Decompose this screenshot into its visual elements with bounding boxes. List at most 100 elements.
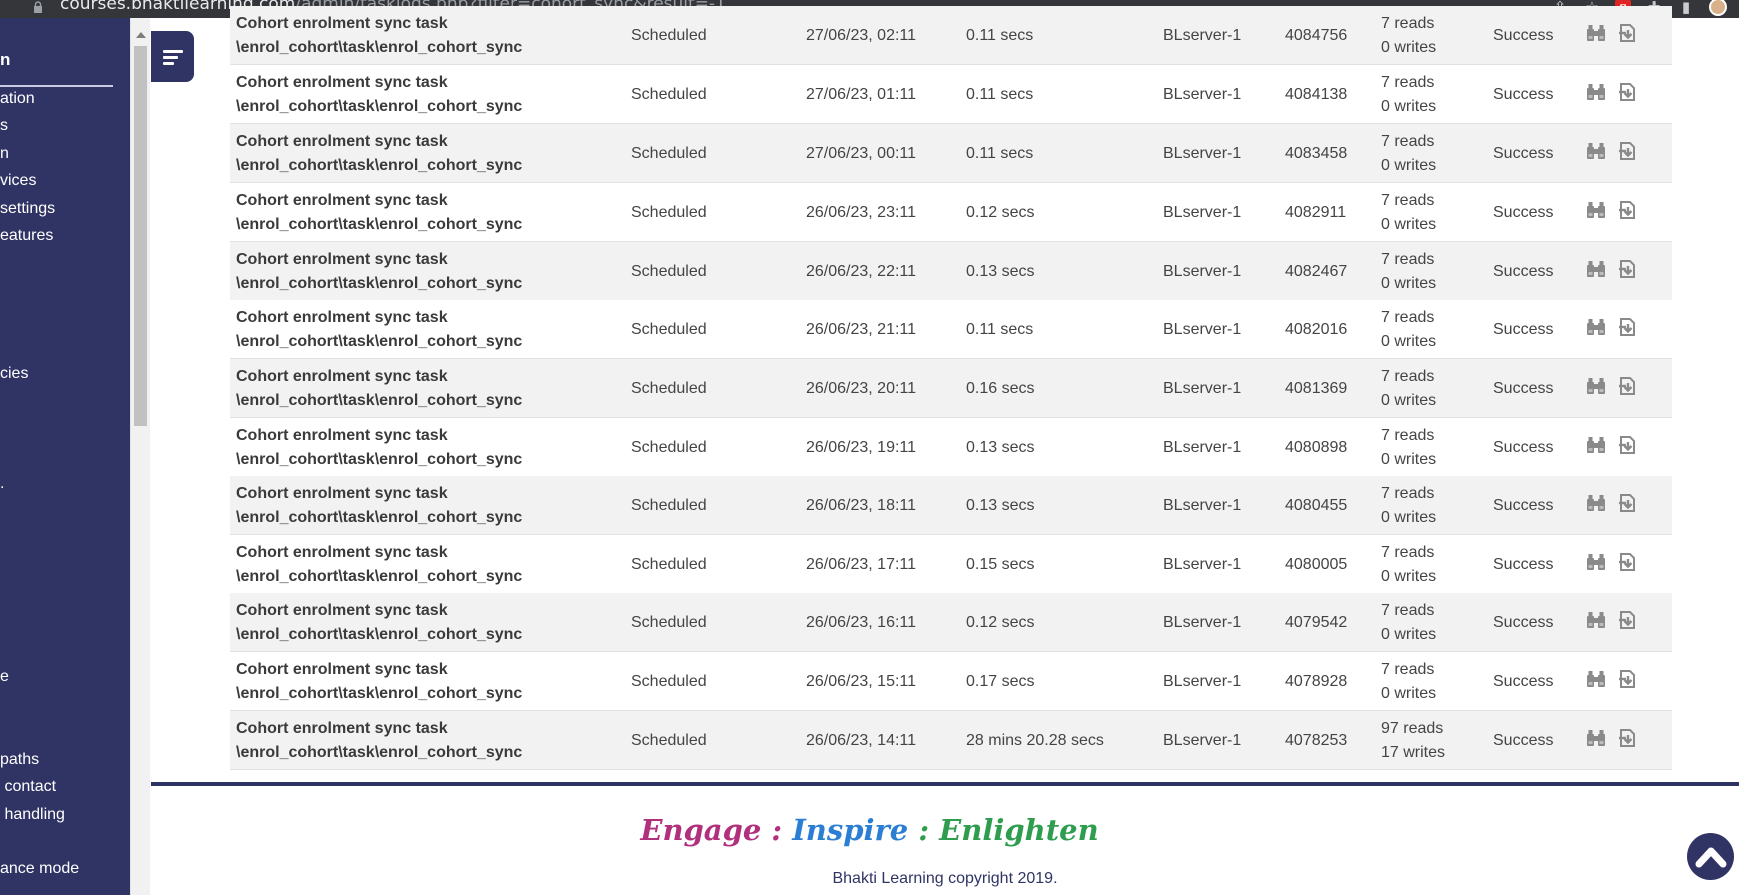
view-log-button[interactable] [1584,318,1608,342]
sidebar-item[interactable]: . [0,475,4,493]
scroll-up-arrow-icon[interactable] [136,32,146,38]
task-type: Scheduled [631,379,707,397]
duration: 0.11 secs [966,26,1034,44]
download-log-button[interactable] [1616,318,1640,342]
db-writes: 0 writes [1381,391,1437,409]
view-log-button[interactable] [1584,201,1608,225]
task-type: Scheduled [631,262,707,280]
task-name: Cohort enrolment sync task [236,308,448,326]
hamburger-menu-icon [162,49,183,65]
task-name-cell: Cohort enrolment sync task \enrol_cohort\… [236,300,522,359]
download-log-button[interactable] [1616,436,1640,460]
duration: 0.12 secs [966,613,1035,631]
duration: 0.11 secs [966,85,1034,103]
download-log-button[interactable] [1616,729,1640,753]
result-status: Success [1493,85,1554,103]
row-actions [1584,242,1640,301]
download-icon [1617,609,1639,636]
sidebar-item[interactable]: settings [0,200,55,218]
download-log-button[interactable] [1616,201,1640,225]
slogan-engage: Engage [640,813,762,847]
binoculars-icon [1585,552,1607,577]
hostname: BLserver-1 [1163,613,1242,631]
duration: 0.13 secs [966,438,1035,456]
database-cell: 7 reads 0 writes [1381,476,1436,535]
view-log-button[interactable] [1584,670,1608,694]
view-log-button[interactable] [1584,24,1608,48]
result-status: Success [1493,262,1554,280]
row-actions [1584,124,1640,183]
start-time: 27/06/23, 00:11 [806,144,917,162]
table-row: Cohort enrolment sync task \enrol_cohort\… [230,711,1672,770]
start-time: 26/06/23, 22:11 [806,262,917,280]
result-status: Success [1493,613,1554,631]
database-cell: 97 reads 17 writes [1381,711,1445,770]
download-log-button[interactable] [1616,260,1640,284]
view-log-button[interactable] [1584,83,1608,107]
task-name-cell: Cohort enrolment sync task \enrol_cohort\… [236,535,522,594]
view-log-button[interactable] [1584,436,1608,460]
row-actions [1584,535,1640,594]
sidebar-item[interactable]: ance mode [0,860,79,878]
db-reads: 7 reads [1381,484,1435,502]
download-log-button[interactable] [1616,24,1640,48]
download-log-button[interactable] [1616,83,1640,107]
back-to-top-button[interactable] [1687,833,1734,880]
task-component: \enrol_cohort\task\enrol_cohort_sync [236,450,523,468]
task-name-cell: Cohort enrolment sync task \enrol_cohort\… [236,652,522,711]
download-log-button[interactable] [1616,377,1640,401]
task-component: \enrol_cohort\task\enrol_cohort_sync [236,625,523,643]
db-reads: 7 reads [1381,601,1435,619]
db-reads: 7 reads [1381,426,1435,444]
view-log-button[interactable] [1584,260,1608,284]
view-log-button[interactable] [1584,377,1608,401]
side-panel-icon[interactable]: ▮ [1677,0,1695,16]
hostname: BLserver-1 [1163,731,1242,749]
profile-avatar-icon[interactable] [1709,0,1727,16]
row-actions [1584,65,1640,124]
view-log-button[interactable] [1584,553,1608,577]
sidebar-item[interactable]: vices [0,172,36,190]
db-reads: 7 reads [1381,543,1435,561]
task-name-cell: Cohort enrolment sync task \enrol_cohort\… [236,359,522,418]
task-component: \enrol_cohort\task\enrol_cohort_sync [236,215,523,233]
db-writes: 0 writes [1381,450,1437,468]
hostname: BLserver-1 [1163,555,1242,573]
task-name-cell: Cohort enrolment sync task \enrol_cohort\… [236,65,522,124]
db-reads: 7 reads [1381,14,1435,32]
task-name-cell: Cohort enrolment sync task \enrol_cohort\… [236,593,522,652]
sidebar-item[interactable]: n [0,145,9,163]
view-log-button[interactable] [1584,142,1608,166]
download-log-button[interactable] [1616,142,1640,166]
sidebar-item[interactable]: paths [0,751,39,769]
sidebar-scrollbar[interactable] [130,18,150,895]
sidebar-item[interactable]: e [0,668,9,686]
task-name-cell: Cohort enrolment sync task \enrol_cohort\… [236,124,522,183]
download-log-button[interactable] [1616,670,1640,694]
sidebar-item[interactable]: cies [0,365,28,383]
view-log-button[interactable] [1584,611,1608,635]
download-log-button[interactable] [1616,553,1640,577]
db-reads: 7 reads [1381,250,1435,268]
hostname: BLserver-1 [1163,203,1242,221]
view-log-button[interactable] [1584,729,1608,753]
view-log-button[interactable] [1584,494,1608,518]
result-status: Success [1493,731,1554,749]
duration: 0.13 secs [966,496,1035,514]
result-status: Success [1493,672,1554,690]
table-row: Cohort enrolment sync task \enrol_cohort\… [230,652,1672,711]
row-actions [1584,711,1640,770]
sidebar-item[interactable]: eatures [0,227,53,245]
sidebar-item[interactable]: contact [0,778,56,796]
start-time: 26/06/23, 18:11 [806,496,917,514]
download-icon [1617,316,1639,343]
scrollbar-thumb[interactable] [134,46,147,426]
download-log-button[interactable] [1616,494,1640,518]
sidebar-item[interactable]: ation [0,90,35,108]
row-actions [1584,183,1640,242]
download-log-button[interactable] [1616,611,1640,635]
sidebar-item[interactable]: s [0,117,8,135]
drawer-toggle-button[interactable] [151,31,194,82]
download-icon [1617,492,1639,519]
start-time: 27/06/23, 02:11 [806,26,917,44]
